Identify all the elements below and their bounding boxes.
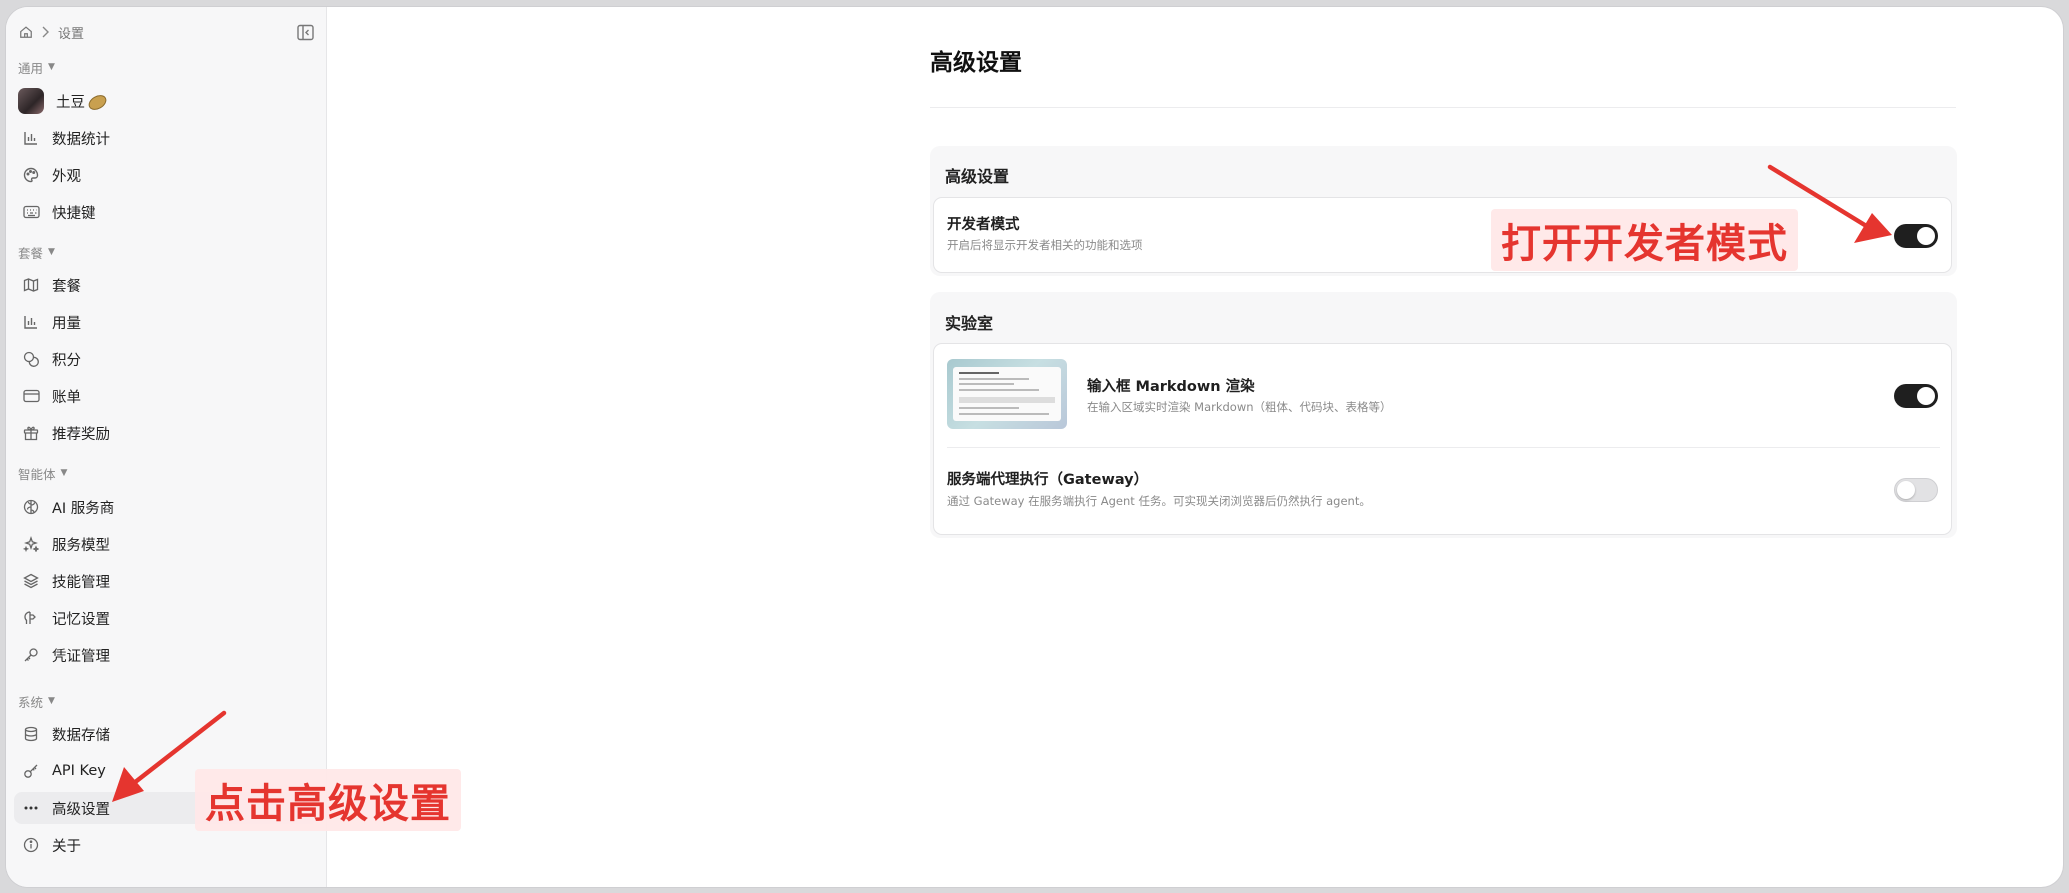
sidebar-item-label: 数据存储	[52, 727, 110, 744]
sidebar-collapse-icon	[296, 24, 314, 40]
sidebar-item-skills[interactable]: 技能管理	[14, 565, 318, 597]
settings-sidebar: 设置 通用 ▼ 土豆 数据统计 外观 快捷键 套餐 ▼ 套餐 用量 积分 账单 …	[6, 7, 327, 887]
memory-icon	[22, 609, 40, 627]
sidebar-item-stats[interactable]: 数据统计	[14, 122, 318, 154]
breadcrumb: 设置	[19, 21, 84, 43]
caret-down-icon: ▼	[48, 62, 55, 72]
coins-icon	[22, 350, 40, 368]
caret-down-icon: ▼	[48, 696, 55, 706]
home-icon[interactable]	[19, 25, 33, 39]
developer-mode-desc: 开启后将显示开发者相关的功能和选项	[947, 238, 1143, 252]
sidebar-item-billing[interactable]: 账单	[14, 380, 318, 412]
caret-down-icon: ▼	[60, 468, 68, 478]
annotation-sidebar-hint: 点击高级设置	[195, 769, 461, 831]
sidebar-item-label: 服务模型	[52, 537, 110, 554]
key-icon	[22, 646, 40, 664]
card-icon	[22, 387, 40, 405]
gift-icon	[22, 424, 40, 442]
sidebar-item-label: 凭证管理	[52, 648, 110, 665]
sidebar-item-label: 技能管理	[52, 574, 110, 591]
markdown-render-desc: 在输入区域实时渲染 Markdown（粗体、代码块、表格等）	[1087, 400, 1392, 414]
palette-icon	[22, 166, 40, 184]
map-icon	[22, 276, 40, 294]
section-title-general[interactable]: 通用 ▼	[18, 58, 55, 76]
section-title-plans[interactable]: 套餐 ▼	[18, 243, 55, 261]
sidebar-item-referral[interactable]: 推荐奖励	[14, 417, 318, 449]
sidebar-item-label: 积分	[52, 352, 81, 369]
sidebar-item-label: 快捷键	[52, 205, 96, 222]
info-icon	[22, 836, 40, 854]
caret-down-icon: ▼	[48, 247, 55, 257]
bar-chart-icon	[22, 129, 40, 147]
sidebar-item-label: 账单	[52, 389, 81, 406]
gateway-toggle[interactable]	[1894, 478, 1938, 502]
annotation-toggle-hint: 打开开发者模式	[1491, 209, 1798, 271]
gateway-desc: 通过 Gateway 在服务端执行 Agent 任务。可实现关闭浏览器后仍然执行…	[947, 494, 1371, 508]
sidebar-item-label: API Key	[52, 763, 106, 779]
layers-icon	[22, 572, 40, 590]
sidebar-item-label: 套餐	[52, 278, 81, 295]
section-title-agents[interactable]: 智能体 ▼	[18, 464, 67, 482]
potato-emoji-icon	[86, 92, 109, 113]
sidebar-item-ai-providers[interactable]: AI 服务商	[14, 491, 318, 523]
sidebar-item-plan[interactable]: 套餐	[14, 269, 318, 301]
sidebar-item-profile[interactable]: 土豆	[14, 85, 318, 117]
sidebar-item-appearance[interactable]: 外观	[14, 159, 318, 191]
developer-mode-title: 开发者模式	[947, 217, 1020, 233]
gateway-title: 服务端代理执行（Gateway）	[947, 472, 1149, 488]
sidebar-item-credentials[interactable]: 凭证管理	[14, 639, 318, 671]
breadcrumb-current: 设置	[58, 26, 85, 42]
lab-card: 输入框 Markdown 渲染 在输入区域实时渲染 Markdown（粗体、代码…	[933, 343, 1952, 535]
row-divider	[947, 447, 1940, 448]
sidebar-item-label: 记忆设置	[52, 611, 110, 628]
sidebar-item-label: 数据统计	[52, 131, 110, 148]
keyboard-icon	[22, 203, 40, 221]
developer-mode-toggle[interactable]	[1894, 224, 1938, 248]
sidebar-item-usage[interactable]: 用量	[14, 306, 318, 338]
sidebar-item-label: 外观	[52, 168, 81, 185]
sidebar-item-label: 土豆	[56, 94, 85, 111]
chevron-right-icon	[41, 26, 50, 38]
sidebar-item-credits[interactable]: 积分	[14, 343, 318, 375]
sidebar-item-label: 用量	[52, 315, 81, 332]
sidebar-item-label: 关于	[52, 838, 81, 855]
sidebar-item-data-storage[interactable]: 数据存储	[14, 718, 318, 750]
section-title-system[interactable]: 系统 ▼	[18, 692, 55, 710]
markdown-render-title: 输入框 Markdown 渲染	[1087, 379, 1255, 395]
lab-group: 实验室 输入框 Markdown 渲染 在输入区域实时渲染 Markdown（粗…	[930, 292, 1957, 538]
more-icon	[22, 799, 40, 817]
brain-icon	[22, 498, 40, 516]
api-key-icon	[22, 762, 40, 780]
collapse-sidebar-button[interactable]	[293, 20, 317, 44]
avatar	[18, 88, 44, 114]
bar-chart-icon	[22, 313, 40, 331]
group-title-lab: 实验室	[945, 314, 994, 333]
markdown-render-toggle[interactable]	[1894, 384, 1938, 408]
database-icon	[22, 725, 40, 743]
sparkles-icon	[22, 535, 40, 553]
advanced-settings-group: 高级设置 开发者模式 开启后将显示开发者相关的功能和选项	[930, 146, 1957, 276]
sidebar-item-memory[interactable]: 记忆设置	[14, 602, 318, 634]
page-title: 高级设置	[930, 50, 1022, 76]
sidebar-item-label: 推荐奖励	[52, 426, 110, 443]
title-divider	[930, 107, 1956, 108]
developer-mode-card: 开发者模式 开启后将显示开发者相关的功能和选项	[933, 197, 1952, 273]
group-title-advanced: 高级设置	[945, 167, 1010, 186]
sidebar-item-label: AI 服务商	[52, 500, 115, 517]
sidebar-item-label: 高级设置	[52, 801, 110, 818]
sidebar-item-service-models[interactable]: 服务模型	[14, 528, 318, 560]
markdown-preview-thumbnail	[947, 359, 1067, 429]
sidebar-item-shortcuts[interactable]: 快捷键	[14, 196, 318, 228]
sidebar-item-about[interactable]: 关于	[14, 829, 318, 861]
app-window: 设置 通用 ▼ 土豆 数据统计 外观 快捷键 套餐 ▼ 套餐 用量 积分 账单 …	[6, 7, 2063, 887]
